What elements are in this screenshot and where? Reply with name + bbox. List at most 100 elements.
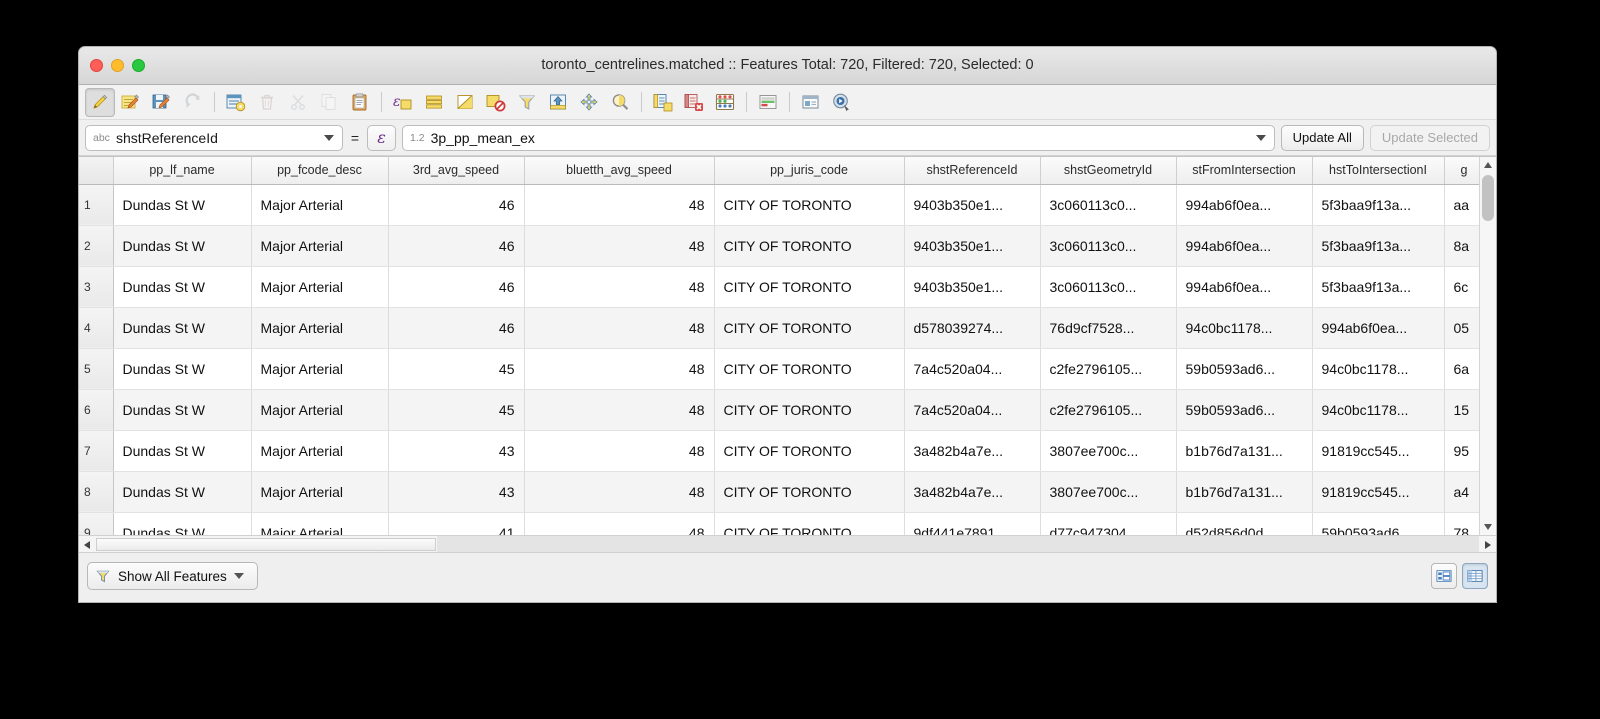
cell-stFromIntersection[interactable]: d52d856d0d... <box>1176 512 1313 535</box>
cell-pp_juris_code[interactable]: CITY OF TORONTO <box>714 266 905 308</box>
table-row[interactable]: 6 Dundas St W Major Arterial 45 48 CITY OF TO… <box>79 389 1485 431</box>
column-header-hstToIntersectionI[interactable]: hstToIntersectionI <box>1312 157 1445 185</box>
cell-shstGeometryId[interactable]: 3c060113c0... <box>1040 266 1177 308</box>
copy-icon[interactable] <box>314 88 344 117</box>
horizontal-scroll-track[interactable] <box>437 536 1479 552</box>
field-calculator-icon[interactable] <box>710 88 740 117</box>
cell-bluetth_avg_speed[interactable]: 48 <box>524 389 715 431</box>
edit-multiple-icon[interactable] <box>116 88 146 117</box>
cell-pp_juris_code[interactable]: CITY OF TORONTO <box>714 430 905 472</box>
select-by-expression-icon[interactable]: ε <box>388 88 418 117</box>
cell-3rd_avg_speed[interactable]: 45 <box>388 348 525 390</box>
cell-shstGeometryId[interactable]: c2fe2796105... <box>1040 348 1177 390</box>
update-all-button[interactable]: Update All <box>1280 124 1364 151</box>
horizontal-scrollbar[interactable] <box>79 535 1496 553</box>
row-number[interactable]: 7 <box>79 430 114 472</box>
cell-shstGeometryId[interactable]: 3c060113c0... <box>1040 225 1177 267</box>
scroll-down-icon[interactable] <box>1480 519 1496 535</box>
row-number[interactable]: 8 <box>79 471 114 513</box>
show-all-features-button[interactable]: Show All Features <box>87 562 258 590</box>
value-chevron-down-icon[interactable] <box>1255 134 1266 141</box>
cell-pp_juris_code[interactable]: CITY OF TORONTO <box>714 512 905 535</box>
chevron-down-icon[interactable] <box>324 134 334 141</box>
cell-pp_fcode_desc[interactable]: Major Arterial <box>251 389 389 431</box>
cell-pp_fcode_desc[interactable]: Major Arterial <box>251 225 389 267</box>
cell-pp_lf_name[interactable]: Dundas St W <box>113 184 252 226</box>
cell-pp_lf_name[interactable]: Dundas St W <box>113 225 252 267</box>
table-row[interactable]: 1 Dundas St W Major Arterial 46 48 CITY OF TO… <box>79 184 1485 226</box>
cell-pp_lf_name[interactable]: Dundas St W <box>113 389 252 431</box>
cell-g[interactable]: 6c <box>1444 266 1485 308</box>
dock-form-icon[interactable] <box>796 88 826 117</box>
cell-3rd_avg_speed[interactable]: 46 <box>388 307 525 349</box>
filter-icon[interactable] <box>512 88 542 117</box>
cell-shstGeometryId[interactable]: d77c947304... <box>1040 512 1177 535</box>
column-header-3rd_avg_speed[interactable]: 3rd_avg_speed <box>388 157 525 185</box>
update-selected-button[interactable]: Update Selected <box>1369 124 1490 151</box>
cell-pp_lf_name[interactable]: Dundas St W <box>113 266 252 308</box>
cell-pp_juris_code[interactable]: CITY OF TORONTO <box>714 307 905 349</box>
cell-g[interactable]: 78 <box>1444 512 1485 535</box>
table-row[interactable]: 7 Dundas St W Major Arterial 43 48 CITY OF TO… <box>79 430 1485 472</box>
column-header-bluetth_avg_speed[interactable]: bluetth_avg_speed <box>524 157 715 185</box>
deselect-all-icon[interactable] <box>481 88 511 117</box>
cell-pp_fcode_desc[interactable]: Major Arterial <box>251 307 389 349</box>
column-header-stFromIntersection[interactable]: stFromIntersection <box>1176 157 1313 185</box>
form-view-button[interactable] <box>1431 563 1457 589</box>
scroll-right-icon[interactable] <box>1480 536 1496 553</box>
cell-stFromIntersection[interactable]: 994ab6f0ea... <box>1176 184 1313 226</box>
cell-g[interactable]: a4 <box>1444 471 1485 513</box>
table-row[interactable]: 4 Dundas St W Major Arterial 46 48 CITY OF TO… <box>79 307 1485 349</box>
invert-selection-icon[interactable] <box>450 88 480 117</box>
vertical-scrollbar[interactable] <box>1479 157 1496 535</box>
add-feature-icon[interactable] <box>221 88 251 117</box>
cell-shstReferenceId[interactable]: d578039274... <box>904 307 1041 349</box>
cell-pp_fcode_desc[interactable]: Major Arterial <box>251 348 389 390</box>
new-field-icon[interactable] <box>648 88 678 117</box>
cell-hstToIntersectionI[interactable]: 91819cc545... <box>1312 430 1445 472</box>
cell-stFromIntersection[interactable]: 59b0593ad6... <box>1176 348 1313 390</box>
cell-pp_fcode_desc[interactable]: Major Arterial <box>251 266 389 308</box>
cell-shstReferenceId[interactable]: 3a482b4a7e... <box>904 471 1041 513</box>
cell-shstReferenceId[interactable]: 9df441e7891... <box>904 512 1041 535</box>
cell-pp_juris_code[interactable]: CITY OF TORONTO <box>714 225 905 267</box>
cell-bluetth_avg_speed[interactable]: 48 <box>524 348 715 390</box>
cell-shstReferenceId[interactable]: 7a4c520a04... <box>904 348 1041 390</box>
scroll-left-icon[interactable] <box>79 536 95 553</box>
row-number[interactable]: 2 <box>79 225 114 267</box>
cell-stFromIntersection[interactable]: 59b0593ad6... <box>1176 389 1313 431</box>
delete-icon[interactable] <box>252 88 282 117</box>
conditional-formatting-icon[interactable] <box>753 88 783 117</box>
cell-pp_lf_name[interactable]: Dundas St W <box>113 430 252 472</box>
pan-to-selection-icon[interactable] <box>574 88 604 117</box>
cell-pp_lf_name[interactable]: Dundas St W <box>113 471 252 513</box>
column-header-pp_lf_name[interactable]: pp_lf_name <box>113 157 252 185</box>
cell-stFromIntersection[interactable]: 994ab6f0ea... <box>1176 225 1313 267</box>
cell-hstToIntersectionI[interactable]: 94c0bc1178... <box>1312 389 1445 431</box>
table-row[interactable]: 8 Dundas St W Major Arterial 43 48 CITY OF TO… <box>79 471 1485 513</box>
cell-pp_juris_code[interactable]: CITY OF TORONTO <box>714 348 905 390</box>
cell-bluetth_avg_speed[interactable]: 48 <box>524 471 715 513</box>
cell-stFromIntersection[interactable]: b1b76d7a131... <box>1176 430 1313 472</box>
row-number[interactable]: 6 <box>79 389 114 431</box>
cell-bluetth_avg_speed[interactable]: 48 <box>524 512 715 535</box>
cell-hstToIntersectionI[interactable]: 59b0593ad6... <box>1312 512 1445 535</box>
cell-hstToIntersectionI[interactable]: 91819cc545... <box>1312 471 1445 513</box>
cell-shstGeometryId[interactable]: 3c060113c0... <box>1040 184 1177 226</box>
actions-icon[interactable] <box>827 88 857 117</box>
cell-hstToIntersectionI[interactable]: 5f3baa9f13a... <box>1312 225 1445 267</box>
paste-icon[interactable] <box>345 88 375 117</box>
column-header-pp_fcode_desc[interactable]: pp_fcode_desc <box>251 157 389 185</box>
cell-bluetth_avg_speed[interactable]: 48 <box>524 430 715 472</box>
cell-pp_juris_code[interactable]: CITY OF TORONTO <box>714 471 905 513</box>
cell-pp_lf_name[interactable]: Dundas St W <box>113 307 252 349</box>
cell-hstToIntersectionI[interactable]: 5f3baa9f13a... <box>1312 266 1445 308</box>
cell-bluetth_avg_speed[interactable]: 48 <box>524 184 715 226</box>
table-row[interactable]: 3 Dundas St W Major Arterial 46 48 CITY OF TO… <box>79 266 1485 308</box>
table-row[interactable]: 2 Dundas St W Major Arterial 46 48 CITY OF TO… <box>79 225 1485 267</box>
cell-pp_juris_code[interactable]: CITY OF TORONTO <box>714 389 905 431</box>
cell-shstGeometryId[interactable]: 3807ee700c... <box>1040 471 1177 513</box>
delete-field-icon[interactable] <box>679 88 709 117</box>
select-all-icon[interactable] <box>419 88 449 117</box>
cell-stFromIntersection[interactable]: 94c0bc1178... <box>1176 307 1313 349</box>
